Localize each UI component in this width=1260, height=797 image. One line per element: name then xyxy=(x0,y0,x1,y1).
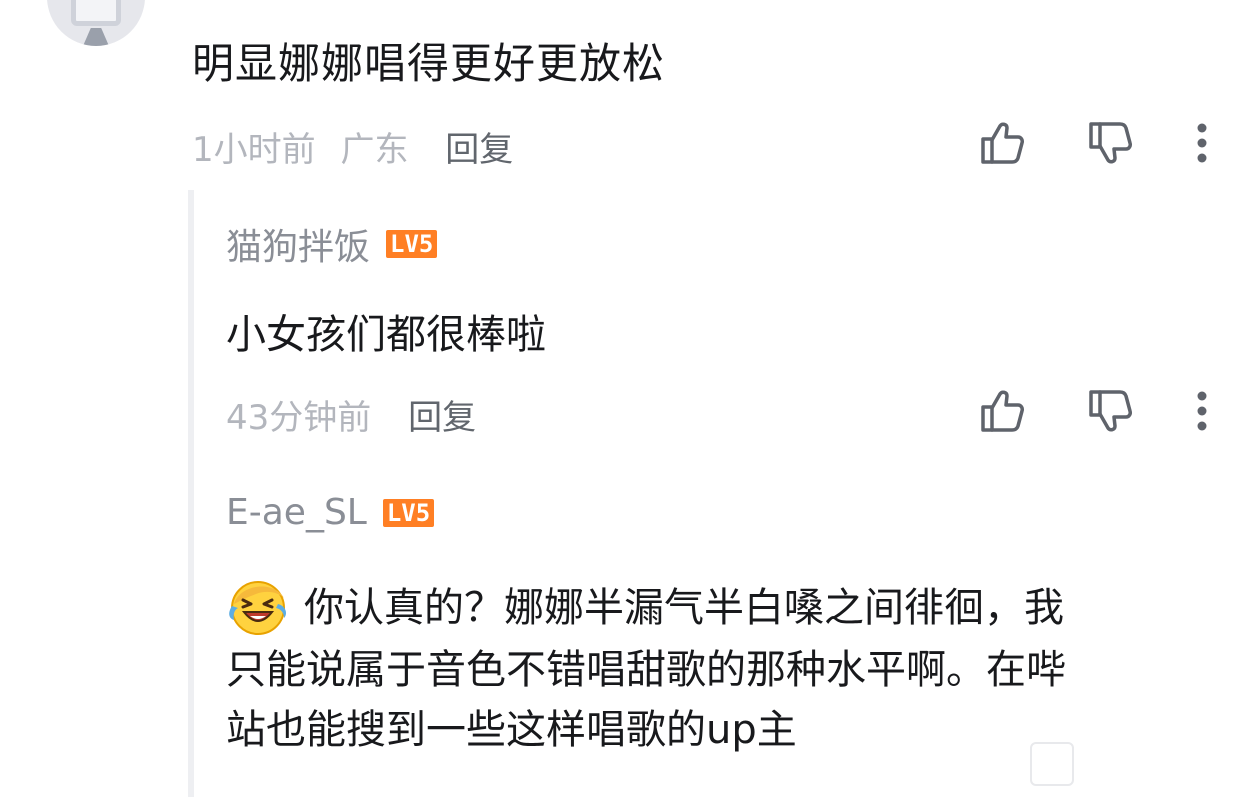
thumbs-up-icon xyxy=(981,122,1024,164)
laughing-crying-emoji xyxy=(229,581,286,635)
comment-text: 明显娜娜唱得更好更放松 xyxy=(192,39,666,88)
tv-stand-shape xyxy=(83,28,109,46)
comment-time: 1小时前 xyxy=(192,130,316,170)
thumbs-down-icon xyxy=(1089,390,1132,432)
reply-text-line: 你认真的？娜娜半漏气半白嗓之间徘徊，我 xyxy=(226,578,1226,640)
reply-text: 小女孩们都很棒啦 xyxy=(226,312,546,358)
more-button[interactable] xyxy=(1178,118,1226,168)
more-vertical-icon xyxy=(1197,123,1207,163)
reply-text-segment: 你认真的？娜娜半漏气半白嗓之间徘徊，我 xyxy=(304,585,1064,631)
reply-button[interactable]: 回复 xyxy=(445,130,513,170)
thumbs-down-icon xyxy=(1089,122,1132,164)
tv-icon xyxy=(71,0,121,26)
more-vertical-icon xyxy=(1197,391,1207,431)
level-badge: LV5 xyxy=(386,230,438,258)
dislike-button[interactable] xyxy=(1086,118,1136,168)
avatar[interactable] xyxy=(47,0,145,46)
reply-time: 43分钟前 xyxy=(226,398,372,438)
more-button[interactable] xyxy=(1178,386,1226,436)
level-badge: LV5 xyxy=(382,498,435,527)
username-text[interactable]: 猫狗拌饭 xyxy=(226,218,370,270)
comment-location: 广东 xyxy=(340,130,409,170)
comment-meta: 1小时前 广东 回复 xyxy=(192,122,513,171)
reply-button[interactable]: 回复 xyxy=(408,398,476,438)
reply-text: 你认真的？娜娜半漏气半白嗓之间徘徊，我 只能说属于音色不错唱甜歌的那种水平啊。在… xyxy=(226,578,1226,760)
username-text[interactable]: E-ae_SL xyxy=(226,492,367,533)
reply-text-line: 只能说属于音色不错唱甜歌的那种水平啊。在哔 xyxy=(226,647,1066,693)
thumbs-up-icon xyxy=(981,390,1024,432)
reply-meta: 43分钟前 回复 xyxy=(226,390,476,439)
reply-thread-divider xyxy=(188,190,194,797)
like-button[interactable] xyxy=(978,118,1028,168)
like-button[interactable] xyxy=(978,386,1028,436)
reply-text-line: 站也能搜到一些这样唱歌的up主 xyxy=(226,707,797,753)
dislike-button[interactable] xyxy=(1086,386,1136,436)
watermark-icon xyxy=(1030,742,1074,786)
reply-username[interactable]: 猫狗拌饭 LV5 xyxy=(226,218,438,270)
reply-username[interactable]: E-ae_SL LV5 xyxy=(226,492,435,533)
